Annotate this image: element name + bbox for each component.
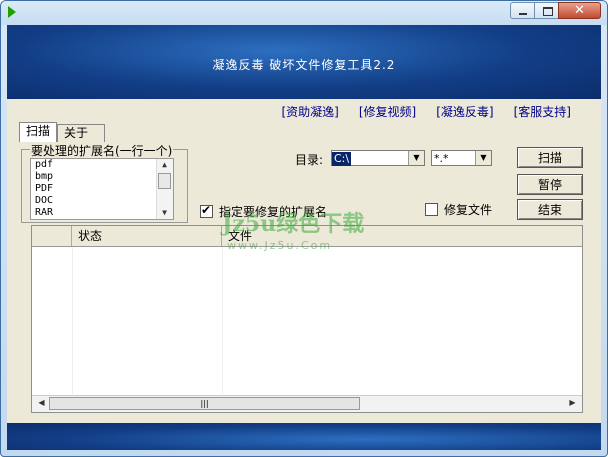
directory-select[interactable]: C:\ ▼ bbox=[331, 150, 425, 166]
tab-about[interactable]: 关于 bbox=[57, 124, 106, 142]
repair-files-checkbox[interactable]: 修复文件 bbox=[425, 201, 492, 218]
checkbox-box[interactable]: ✔ bbox=[200, 203, 213, 218]
column-divider bbox=[72, 247, 73, 394]
extension-group-label: 要处理的扩展名(一行一个) bbox=[30, 142, 174, 159]
title-bar[interactable]: ✕ bbox=[1, 1, 607, 25]
check-icon: ✔ bbox=[201, 203, 212, 217]
header-banner: 凝逸反毒 破坏文件修复工具2.2 bbox=[7, 25, 601, 99]
column-header-status[interactable]: 状态 bbox=[72, 226, 222, 246]
minimize-icon bbox=[519, 13, 527, 15]
tab-scan[interactable]: 扫描 bbox=[19, 122, 58, 142]
filter-value: *.* bbox=[434, 152, 449, 165]
top-links: [资助凝逸] [修复视频] [凝逸反毒] [客服支持] bbox=[282, 103, 572, 120]
window-controls: ✕ bbox=[510, 2, 601, 19]
app-icon bbox=[8, 6, 16, 18]
list-item[interactable]: DOC bbox=[31, 195, 173, 207]
column-header-index[interactable] bbox=[32, 226, 72, 246]
content-panel: [资助凝逸] [修复视频] [凝逸反毒] [客服支持] 扫描 关于 要处理的扩展… bbox=[7, 99, 601, 423]
list-scrollbar[interactable]: ▲ ▼ bbox=[156, 159, 173, 219]
scan-button[interactable]: 扫描 bbox=[517, 147, 583, 168]
close-icon: ✕ bbox=[574, 3, 585, 18]
list-item[interactable]: bmp bbox=[31, 171, 173, 183]
filter-select[interactable]: *.* ▼ bbox=[431, 150, 492, 166]
table-body bbox=[32, 247, 582, 394]
list-item[interactable]: pdf bbox=[31, 159, 173, 171]
link-antivirus[interactable]: [凝逸反毒] bbox=[436, 103, 493, 120]
table-horizontal-scrollbar[interactable]: ◀ ||| ▶ bbox=[32, 395, 582, 412]
watermark-logo: Jz5u绿色下载 bbox=[222, 211, 365, 237]
maximize-button[interactable] bbox=[534, 2, 559, 19]
link-support[interactable]: [客服支持] bbox=[514, 103, 571, 120]
scroll-thumb[interactable]: ||| bbox=[49, 397, 360, 410]
extension-list[interactable]: pdf bmp PDF DOC RAR ▲ ▼ bbox=[30, 158, 174, 220]
scroll-down-icon[interactable]: ▼ bbox=[158, 207, 171, 219]
watermark-url: www.Jz5u.Com bbox=[227, 239, 333, 252]
checkbox-box[interactable] bbox=[425, 203, 438, 216]
scroll-up-icon[interactable]: ▲ bbox=[158, 159, 171, 171]
tab-bar: 扫描 关于 bbox=[19, 122, 106, 142]
scroll-left-icon[interactable]: ◀ bbox=[35, 397, 48, 409]
link-repair-video[interactable]: [修复视频] bbox=[359, 103, 416, 120]
column-divider bbox=[222, 247, 223, 394]
app-title: 凝逸反毒 破坏文件修复工具2.2 bbox=[212, 58, 396, 72]
main-window: ✕ 凝逸反毒 破坏文件修复工具2.2 [资助凝逸] [修复视频] [凝逸反毒] … bbox=[0, 0, 608, 457]
footer-banner bbox=[7, 423, 601, 450]
chevron-down-icon[interactable]: ▼ bbox=[475, 151, 491, 165]
chevron-down-icon[interactable]: ▼ bbox=[408, 151, 424, 165]
results-table[interactable]: 状态 文件 ◀ ||| ▶ bbox=[31, 225, 583, 413]
extension-group: 要处理的扩展名(一行一个) pdf bmp PDF DOC RAR ▲ ▼ bbox=[21, 142, 188, 223]
list-item[interactable]: PDF bbox=[31, 183, 173, 195]
directory-value: C:\ bbox=[332, 152, 352, 166]
pause-button[interactable]: 暂停 bbox=[517, 174, 583, 195]
list-item[interactable]: RAR bbox=[31, 207, 173, 219]
scroll-thumb[interactable] bbox=[158, 173, 171, 189]
end-button[interactable]: 结束 bbox=[517, 199, 583, 220]
close-button[interactable]: ✕ bbox=[558, 2, 601, 19]
directory-label: 目录: bbox=[295, 153, 324, 167]
minimize-button[interactable] bbox=[510, 2, 535, 19]
scroll-right-icon[interactable]: ▶ bbox=[566, 397, 579, 409]
maximize-icon bbox=[543, 7, 553, 16]
repair-files-label: 修复文件 bbox=[444, 203, 493, 217]
link-donate[interactable]: [资助凝逸] bbox=[282, 103, 339, 120]
